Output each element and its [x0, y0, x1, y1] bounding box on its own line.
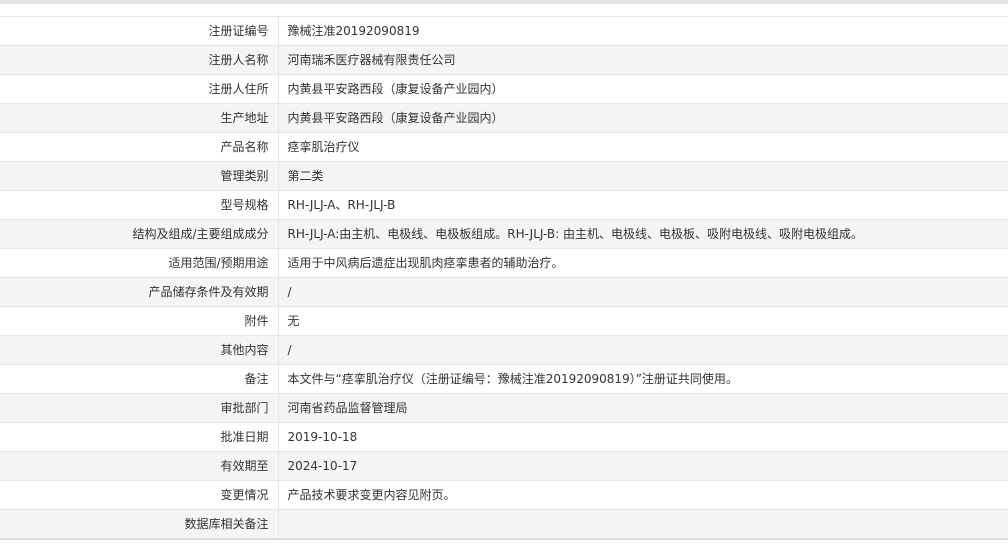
row-value: 2024-10-17 [278, 451, 1008, 481]
table-row: 注册人住所 内黄县平安路西段（康复设备产业园内） [0, 74, 1008, 104]
row-value: 内黄县平安路西段（康复设备产业园内） [278, 74, 1008, 104]
row-label: 其他内容 [0, 335, 279, 365]
row-value: 豫械注准20192090819 [278, 16, 1008, 46]
table-row: 批准日期 2019-10-18 [0, 422, 1008, 452]
row-value: 内黄县平安路西段（康复设备产业园内） [278, 103, 1008, 133]
row-label: 产品储存条件及有效期 [0, 277, 279, 307]
table-row: 注册人名称 河南瑞禾医疗器械有限责任公司 [0, 45, 1008, 75]
table-row: 变更情况 产品技术要求变更内容见附页。 [0, 480, 1008, 510]
table-row: 产品名称 痉挛肌治疗仪 [0, 132, 1008, 162]
row-label: 产品名称 [0, 132, 279, 162]
table-row: 有效期至 2024-10-17 [0, 451, 1008, 481]
row-value: 第二类 [278, 161, 1008, 191]
row-value: RH-JLJ-A:由主机、电极线、电极板组成。RH-JLJ-B: 由主机、电极线… [278, 219, 1008, 249]
row-label: 生产地址 [0, 103, 279, 133]
table-row: 产品储存条件及有效期 / [0, 277, 1008, 307]
top-divider [0, 0, 1008, 4]
row-label: 有效期至 [0, 451, 279, 481]
table-row: 生产地址 内黄县平安路西段（康复设备产业园内） [0, 103, 1008, 133]
row-value: 本文件与“痉挛肌治疗仪（注册证编号：豫械注准20192090819）”注册证共同… [278, 364, 1008, 394]
row-label: 数据库相关备注 [0, 509, 279, 539]
row-value: / [278, 277, 1008, 307]
row-label: 批准日期 [0, 422, 279, 452]
table-row: 型号规格 RH-JLJ-A、RH-JLJ-B [0, 190, 1008, 220]
row-label: 审批部门 [0, 393, 279, 423]
row-value [278, 509, 1008, 539]
row-value: 2019-10-18 [278, 422, 1008, 452]
table-row: 注册证编号 豫械注准20192090819 [0, 16, 1008, 46]
row-label: 备注 [0, 364, 279, 394]
row-label: 注册人住所 [0, 74, 279, 104]
row-value: 痉挛肌治疗仪 [278, 132, 1008, 162]
row-label: 注册人名称 [0, 45, 279, 75]
row-value: 河南省药品监督管理局 [278, 393, 1008, 423]
row-label: 附件 [0, 306, 279, 336]
row-label: 型号规格 [0, 190, 279, 220]
registration-detail-table: 注册证编号 豫械注准20192090819 注册人名称 河南瑞禾医疗器械有限责任… [0, 16, 1008, 539]
table-row: 管理类别 第二类 [0, 161, 1008, 191]
row-value: 无 [278, 306, 1008, 336]
row-label: 结构及组成/主要组成成分 [0, 219, 279, 249]
table-row: 附件 无 [0, 306, 1008, 336]
row-value: 产品技术要求变更内容见附页。 [278, 480, 1008, 510]
table-row: 其他内容 / [0, 335, 1008, 365]
row-label: 注册证编号 [0, 16, 279, 46]
row-value: RH-JLJ-A、RH-JLJ-B [278, 190, 1008, 220]
row-label: 适用范围/预期用途 [0, 248, 279, 278]
row-label: 变更情况 [0, 480, 279, 510]
table-row: 数据库相关备注 [0, 509, 1008, 539]
table-row: 审批部门 河南省药品监督管理局 [0, 393, 1008, 423]
footer-spacer [0, 540, 1008, 556]
row-label: 管理类别 [0, 161, 279, 191]
row-value: 适用于中风病后遗症出现肌肉痉挛患者的辅助治疗。 [278, 248, 1008, 278]
table-row: 结构及组成/主要组成成分 RH-JLJ-A:由主机、电极线、电极板组成。RH-J… [0, 219, 1008, 249]
row-value: 河南瑞禾医疗器械有限责任公司 [278, 45, 1008, 75]
table-row: 适用范围/预期用途 适用于中风病后遗症出现肌肉痉挛患者的辅助治疗。 [0, 248, 1008, 278]
table-row: 备注 本文件与“痉挛肌治疗仪（注册证编号：豫械注准20192090819）”注册… [0, 364, 1008, 394]
row-value: / [278, 335, 1008, 365]
